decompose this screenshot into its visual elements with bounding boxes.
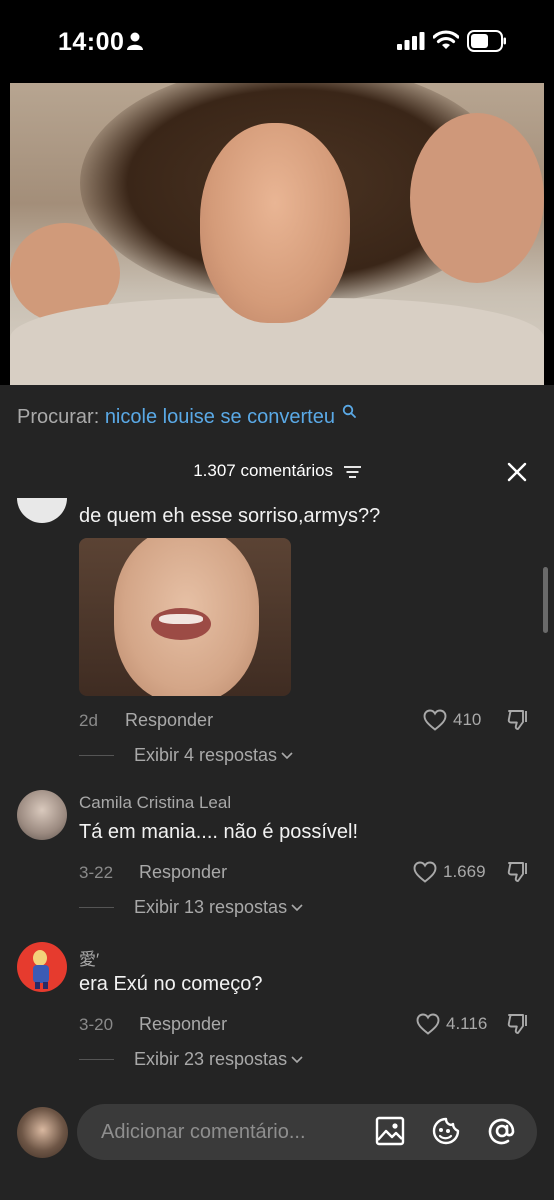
avatar-figure <box>33 950 49 989</box>
video-player[interactable] <box>10 83 544 385</box>
like-count: 1.669 <box>443 862 486 881</box>
view-replies-button[interactable]: Exibir 23 respostas <box>79 1049 303 1070</box>
comment-date: 2d <box>79 711 98 730</box>
search-label: Procurar: <box>17 406 100 428</box>
divider-line <box>79 907 114 908</box>
image-icon[interactable] <box>375 1116 405 1146</box>
chevron-down-icon <box>291 903 303 911</box>
dislike-icon[interactable] <box>507 708 532 731</box>
view-replies-button[interactable]: Exibir 13 respostas <box>79 897 303 918</box>
mention-icon[interactable] <box>487 1116 517 1146</box>
comment-date: 3-22 <box>79 863 114 882</box>
signal-icon <box>397 32 425 50</box>
comment-username[interactable]: 愛′ <box>79 945 99 970</box>
view-replies-label: Exibir 4 respostas <box>134 745 278 765</box>
comments-count: 1.307 comentários <box>193 461 334 480</box>
like-button[interactable]: 410 <box>423 709 481 731</box>
wifi-icon <box>433 30 459 49</box>
comment-input-bar: Adicionar comentário... <box>0 1090 554 1200</box>
heart-icon <box>413 861 437 883</box>
view-replies-button[interactable]: Exibir 4 respostas <box>79 745 293 766</box>
comments-count-header: 1.307 comentários <box>0 461 554 481</box>
status-time: 14:00 <box>58 28 125 56</box>
comment-image[interactable] <box>79 538 291 696</box>
dislike-icon[interactable] <box>507 1012 532 1035</box>
view-replies-label: Exibir 23 respostas <box>134 1049 288 1069</box>
sort-filter-icon[interactable] <box>343 465 361 478</box>
like-count: 4.116 <box>446 1014 488 1033</box>
comments-sheet: Procurar: nicole louise se converteu 1.3… <box>0 385 554 1200</box>
reply-button[interactable]: Responder <box>125 710 213 731</box>
like-button[interactable]: 4.116 <box>416 1013 487 1035</box>
comment-input-placeholder: Adicionar comentário... <box>101 1120 306 1143</box>
chevron-down-icon <box>291 1055 303 1063</box>
battery-icon <box>467 30 506 52</box>
comment-image-mouth <box>151 608 211 640</box>
person-icon <box>127 32 143 50</box>
emoji-icon[interactable] <box>431 1116 461 1146</box>
dislike-icon[interactable] <box>507 860 532 883</box>
reply-button[interactable]: Responder <box>139 1014 227 1035</box>
divider-line <box>79 755 114 756</box>
heart-icon <box>416 1013 440 1035</box>
comment-input[interactable]: Adicionar comentário... <box>77 1104 537 1160</box>
avatar[interactable] <box>17 942 67 992</box>
heart-icon <box>423 709 447 731</box>
comment-text: Tá em mania.... não é possível! <box>79 821 359 843</box>
comment-text: era Exú no começo? <box>79 973 263 995</box>
video-arm-right <box>410 113 544 283</box>
view-replies-label: Exibir 13 respostas <box>134 897 288 917</box>
close-icon[interactable] <box>506 461 528 483</box>
comment-text: de quem eh esse sorriso,armys?? <box>79 505 381 527</box>
like-button[interactable]: 1.669 <box>413 861 486 883</box>
comment-image-teeth <box>159 614 203 624</box>
video-face <box>200 123 350 323</box>
chevron-down-icon <box>281 751 293 759</box>
scrollbar[interactable] <box>543 567 548 633</box>
comment-username[interactable]: Camila Cristina Leal <box>79 793 231 813</box>
comment-date: 3-20 <box>79 1015 114 1034</box>
like-count: 410 <box>453 710 482 729</box>
avatar[interactable] <box>17 790 67 840</box>
divider-line <box>79 1059 114 1060</box>
search-query-link[interactable]: nicole louise se converteu <box>105 406 335 428</box>
search-icon <box>342 404 356 418</box>
reply-button[interactable]: Responder <box>139 862 227 883</box>
my-avatar <box>17 1107 68 1158</box>
search-suggestion[interactable]: Procurar: nicole louise se converteu <box>17 404 356 429</box>
status-bar: 14:00 <box>0 0 554 82</box>
